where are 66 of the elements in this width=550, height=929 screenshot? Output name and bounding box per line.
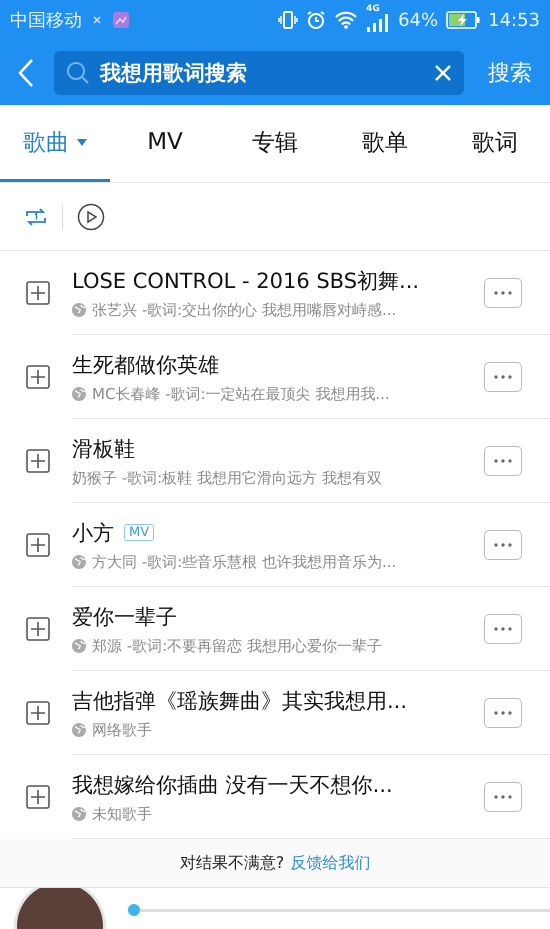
feedback-link[interactable]: 反馈给我们 xyxy=(290,852,370,874)
more-button[interactable] xyxy=(484,782,522,812)
more-icon xyxy=(494,795,512,799)
progress-thumb[interactable] xyxy=(128,904,140,916)
more-icon xyxy=(494,459,512,463)
carrier-name: 中国移动 xyxy=(10,9,82,32)
song-title: 生死都做你英雄 xyxy=(72,352,219,378)
back-icon[interactable] xyxy=(18,58,34,88)
wifi-icon xyxy=(334,11,358,29)
song-title: 吉他指弹《瑶族舞曲》其实我想用... xyxy=(72,688,408,714)
signal-icon xyxy=(366,12,390,32)
add-icon[interactable] xyxy=(26,449,50,473)
tab[interactable]: 专辑 xyxy=(220,105,330,182)
tab[interactable]: 歌单 xyxy=(330,105,440,182)
add-icon[interactable] xyxy=(26,281,50,305)
song-title: 小方 xyxy=(72,520,114,546)
add-icon[interactable] xyxy=(26,533,50,557)
add-icon[interactable] xyxy=(26,365,50,389)
song-title: 爱你一辈子 xyxy=(72,604,177,630)
song-title: 我想嫁给你插曲 没有一天不想你... xyxy=(72,772,393,798)
song-subtitle: 未知歌手 xyxy=(92,804,152,824)
search-field[interactable]: 我想用歌词搜索 xyxy=(54,50,464,94)
tab[interactable]: 歌曲 xyxy=(0,105,110,182)
clock-time: 14:53 xyxy=(488,10,540,30)
dropdown-icon xyxy=(77,138,87,146)
more-icon xyxy=(494,375,512,379)
more-button[interactable] xyxy=(484,698,522,728)
song-subtitle: 郑源 -歌词:不要再留恋 我想用心爱你一辈子 xyxy=(92,636,382,656)
battery-percent: 64% xyxy=(398,10,438,30)
globe-icon xyxy=(72,807,86,821)
globe-icon xyxy=(72,303,86,317)
more-button[interactable] xyxy=(484,362,522,392)
globe-icon xyxy=(72,723,86,737)
mv-badge: MV xyxy=(124,524,154,541)
more-button[interactable] xyxy=(484,530,522,560)
more-icon xyxy=(494,543,512,547)
globe-icon xyxy=(72,639,86,653)
tab[interactable]: MV xyxy=(110,105,220,182)
clear-icon[interactable] xyxy=(434,64,452,82)
add-icon[interactable] xyxy=(26,617,50,641)
play-icon[interactable] xyxy=(77,202,105,230)
song-subtitle: 方大同 -歌词:些音乐慧根 也许我想用音乐为... xyxy=(92,552,396,572)
globe-icon xyxy=(72,387,86,401)
more-icon xyxy=(494,627,512,631)
alarm-icon xyxy=(306,10,326,30)
more-icon xyxy=(494,711,512,715)
more-button[interactable] xyxy=(484,446,522,476)
vibrate-icon xyxy=(278,10,298,30)
gallery-icon xyxy=(112,11,130,29)
feedback-question: 对结果不满意? xyxy=(180,852,284,874)
tab[interactable]: 歌词 xyxy=(440,105,550,182)
add-icon[interactable] xyxy=(26,701,50,725)
song-subtitle: 奶猴子 -歌词:板鞋 我想用它滑向远方 我想有双 xyxy=(72,468,382,488)
globe-icon xyxy=(72,555,86,569)
song-subtitle: 网络歌手 xyxy=(92,720,152,740)
repeat-one-icon[interactable] xyxy=(24,206,48,228)
more-button[interactable] xyxy=(484,278,522,308)
song-title: LOSE CONTROL - 2016 SBS初舞... xyxy=(72,268,420,294)
song-subtitle: MC长春峰 -歌词:一定站在最顶尖 我想用我... xyxy=(92,384,390,404)
song-title: 滑板鞋 xyxy=(72,436,135,462)
add-icon[interactable] xyxy=(26,785,50,809)
song-subtitle: 张艺兴 -歌词:交出你的心 我想用嘴唇对峙感... xyxy=(92,300,396,320)
more-button[interactable] xyxy=(484,614,522,644)
more-icon xyxy=(494,291,512,295)
network-type: 4G xyxy=(366,4,380,14)
search-icon xyxy=(66,60,90,84)
